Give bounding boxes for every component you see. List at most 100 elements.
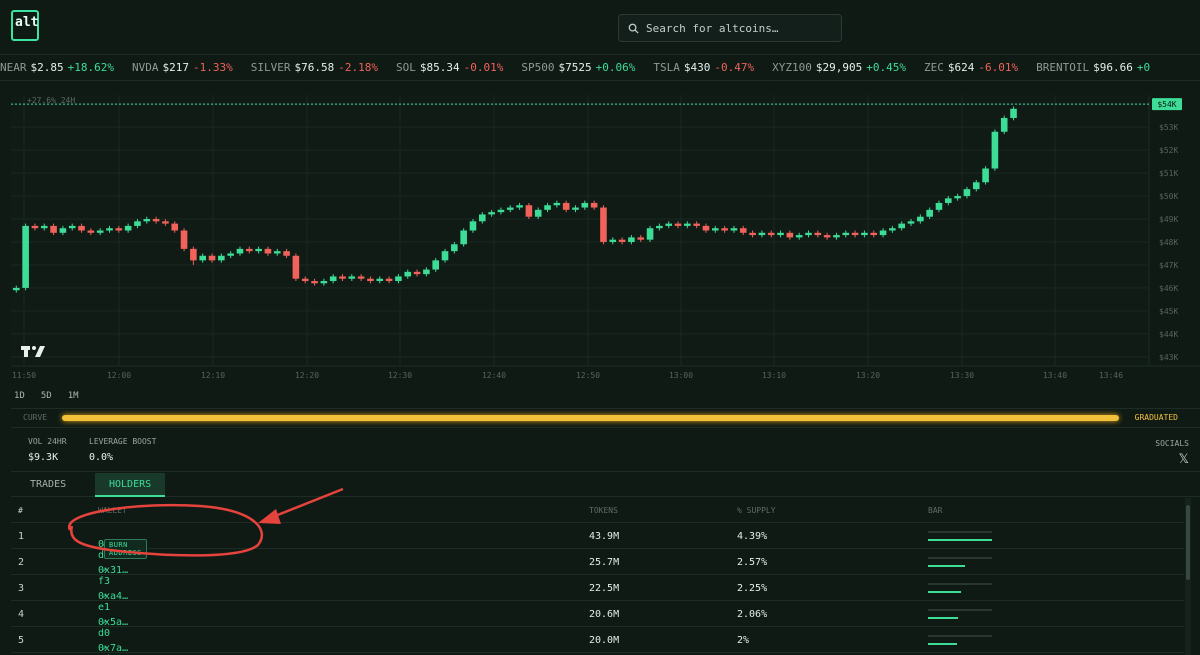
y-tick-label: $45K — [1159, 307, 1178, 316]
candle-body — [572, 207, 579, 210]
candle-body — [469, 221, 477, 231]
supply-bar — [928, 635, 992, 645]
candle-body — [367, 278, 374, 282]
candle-body — [637, 237, 645, 240]
holders-table: # WALLET TOKENS % SUPPLY BAR 10x…dead↗BU… — [11, 498, 1184, 655]
candle-body — [171, 223, 179, 231]
ticker-change: -0.47% — [714, 61, 755, 74]
supply-bar — [928, 531, 992, 541]
ticker-change: +0 — [1136, 61, 1151, 74]
candle-body — [516, 205, 523, 208]
table-row[interactable]: 4 0x5a…d0 ↗ 20.6M 2.06% — [11, 601, 1184, 639]
candle-body — [777, 232, 784, 236]
candle-body — [935, 202, 943, 210]
candle-body — [823, 235, 831, 238]
x-tick-label: 12:30 — [388, 371, 412, 380]
range-5d[interactable]: 5D — [38, 388, 55, 404]
header-supply: % SUPPLY — [737, 506, 776, 515]
candle-body — [255, 248, 262, 252]
candle-body — [13, 287, 20, 291]
row-index: 1 — [18, 531, 25, 542]
table-header: # WALLET TOKENS % SUPPLY BAR — [11, 498, 1184, 523]
candle-body — [544, 205, 551, 210]
candle-body — [348, 276, 356, 279]
ticker-item[interactable]: BRENTOIL $96.66 +0 — [1036, 61, 1150, 74]
candle-body — [833, 235, 840, 238]
candle-body — [945, 198, 952, 203]
tokens-cell: 20.0M — [589, 635, 620, 646]
x-tick-label: 13:20 — [856, 371, 880, 380]
x-logo-icon[interactable]: 𝕏 — [1179, 452, 1189, 467]
ticker-strip: NEAR $2.85 +18.62% NVDA $217 -1.33% SILVER $76.… — [0, 55, 1200, 81]
x-tick-label: 12:50 — [576, 371, 600, 380]
candlestick-chart-svg[interactable]: $54K $53K $52K $51K $50K $49K $48K $47K $46K $45K… — [11, 95, 1200, 382]
table-row[interactable]: 10x…dead↗BURN ADDRESS43.9M4.39% — [11, 523, 1184, 561]
supply-cell: 2% — [737, 635, 750, 646]
candle-body — [954, 196, 961, 199]
candle-body — [786, 232, 794, 238]
range-1d[interactable]: 1D — [11, 388, 28, 404]
table-row[interactable]: 3 0xa4…e1 ↗ 22.5M 2.25% — [11, 575, 1184, 613]
ticker-item[interactable]: SOL $85.34 -0.01% — [396, 61, 503, 74]
search-box[interactable] — [618, 14, 842, 42]
range-1m[interactable]: 1M — [65, 388, 82, 404]
candle-body — [926, 209, 933, 217]
candle-body — [665, 223, 672, 226]
tokens-cell: 20.6M — [589, 609, 620, 620]
table-body: 10x…dead↗BURN ADDRESS43.9M4.39%20x31…f3↗… — [11, 523, 1184, 655]
candle-body — [320, 281, 328, 284]
supply-bar — [928, 609, 992, 619]
ticker-item[interactable]: SP500 $7525 +0.06% — [521, 61, 635, 74]
ticker-item[interactable]: ZEC $624 -6.01% — [924, 61, 1018, 74]
header-tokens: TOKENS — [589, 506, 618, 515]
candle-body — [963, 189, 971, 197]
ticker-price: $76.58 — [294, 61, 335, 74]
ticker-symbol: BRENTOIL — [1036, 61, 1090, 74]
candle-body — [972, 182, 980, 190]
ticker-change: -1.33% — [192, 61, 233, 74]
external-link-icon[interactable]: ↗ — [102, 643, 107, 652]
tab-trades[interactable]: TRADES — [16, 473, 80, 497]
price-chart[interactable]: $54K $53K $52K $51K $50K $49K $48K $47K $46K $45K… — [11, 95, 1200, 382]
candle-body — [376, 278, 384, 282]
candle-body — [861, 232, 868, 236]
candle-body — [758, 232, 766, 236]
row-index: 4 — [18, 609, 25, 620]
candle-body — [730, 228, 738, 231]
table-row[interactable]: 2 0x31…f3 ↗ 25.7M 2.57% — [11, 549, 1184, 587]
tab-bar: TRADES HOLDERS — [11, 473, 1200, 497]
external-link-icon[interactable]: ↗ — [102, 565, 107, 574]
ticker-item[interactable]: NEAR $2.85 +18.62% — [0, 61, 114, 74]
candle-body — [479, 214, 486, 222]
candle-body — [618, 239, 626, 242]
candle-body — [246, 248, 253, 252]
ticker-item[interactable]: TSLA $430 -0.47% — [653, 61, 754, 74]
x-tick-label: 12:00 — [107, 371, 131, 380]
candle-body — [889, 228, 896, 231]
alt-logo[interactable]: alt — [11, 10, 39, 41]
external-link-icon[interactable]: ↗ — [102, 617, 107, 626]
ticker-item[interactable]: NVDA $217 -1.33% — [132, 61, 233, 74]
candle-body — [451, 244, 458, 252]
y-tick-label: $53K — [1159, 123, 1178, 132]
search-input[interactable] — [646, 21, 836, 35]
x-tick-label: 12:10 — [201, 371, 225, 380]
scrollbar-thumb[interactable] — [1186, 505, 1190, 580]
candle-body — [199, 255, 206, 261]
candle-body — [712, 228, 719, 231]
curve-label: CURVE — [23, 413, 48, 422]
ticker-item[interactable]: XYZ100 $29,905 +0.45% — [772, 61, 906, 74]
candle-body — [749, 232, 756, 236]
external-link-icon[interactable]: ↗ — [102, 591, 107, 600]
supply-bar-fill — [928, 591, 961, 593]
candle-body — [413, 271, 421, 275]
table-row[interactable]: 50x7a…9d↗20.0M2% — [11, 627, 1184, 655]
ticker-item[interactable]: SILVER $76.58 -2.18% — [251, 61, 378, 74]
vol-24hr-value: $9.3K — [28, 452, 59, 463]
candle-body — [143, 219, 151, 222]
ticker-change: -0.01% — [463, 61, 504, 74]
candle-body — [441, 251, 449, 261]
tab-holders[interactable]: HOLDERS — [95, 473, 166, 497]
supply-bar-fill — [928, 565, 966, 567]
candle-body — [78, 225, 85, 231]
